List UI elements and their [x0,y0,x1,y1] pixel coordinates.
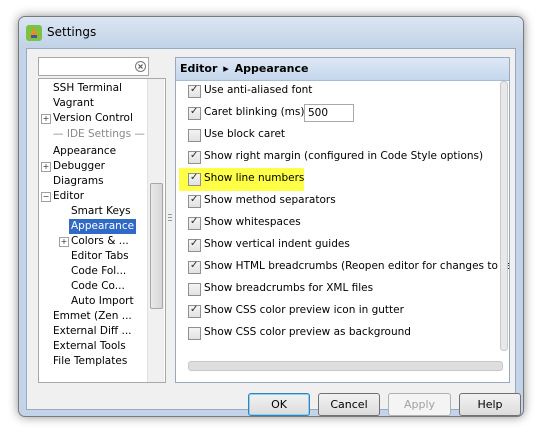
tree-item-file-templates[interactable]: File Templates [53,354,127,369]
dialog-body: SSH Terminal Vagrant + Version Control —… [26,48,521,416]
splitter-grip-icon[interactable] [168,214,172,226]
option-whitespaces[interactable]: Show whitespaces [185,214,509,233]
tree-item-auto-import[interactable]: Auto Import [71,294,134,309]
collapse-editor-icon[interactable]: − [41,192,51,202]
tree-item-appearance[interactable]: Appearance [53,144,116,159]
breadcrumb-separator-icon: ▸ [223,62,229,75]
tree-item-editor-appearance[interactable]: Appearance [69,219,137,234]
settings-tree[interactable]: SSH Terminal Vagrant + Version Control —… [38,78,166,383]
tree-item-external-tools[interactable]: External Tools [53,339,126,354]
checkbox-html-breadcrumbs[interactable] [188,260,201,274]
option-line-numbers[interactable]: Show line numbers [179,168,304,191]
option-label: Caret blinking (ms): [204,106,309,118]
option-label: Show HTML breadcrumbs (Reopen editor for… [204,260,509,272]
option-right-margin[interactable]: Show right margin (configured in Code St… [185,148,509,167]
option-label: Show method separators [204,194,336,206]
tree-group-ide-settings: — IDE Settings — [53,128,145,140]
window-title: Settings [47,25,97,39]
clear-search-icon[interactable] [135,61,146,72]
tree-item-ssh-terminal[interactable]: SSH Terminal [53,81,122,96]
ok-button[interactable]: OK [248,393,310,416]
option-caret-blinking[interactable]: Caret blinking (ms): 500 [185,104,509,123]
checkbox-css-color-gutter[interactable] [188,304,201,318]
tree-item-vagrant[interactable]: Vagrant [53,96,94,111]
checkbox-block-caret[interactable] [188,129,201,142]
options-horizontal-scrollbar[interactable] [188,361,503,371]
panel-header: Editor ▸ Appearance [176,58,509,81]
tree-item-editor-tabs[interactable]: Editor Tabs [71,249,129,264]
tree-item-code-completion[interactable]: Code Co... [71,279,125,294]
option-label: Use anti-aliased font [204,84,313,96]
tree-item-external-diff[interactable]: External Diff ... [53,324,132,339]
expand-version-control-icon[interactable]: + [41,114,51,124]
option-label: Show line numbers [204,172,305,184]
checkbox-right-margin[interactable] [188,150,201,164]
title-bar[interactable]: Settings [19,17,523,47]
caret-blink-ms-input[interactable]: 500 [304,104,354,122]
tree-item-colors[interactable]: Colors & ... [71,234,129,249]
option-method-separators[interactable]: Show method separators [185,192,509,211]
option-indent-guides[interactable]: Show vertical indent guides [185,236,509,255]
option-css-color-gutter[interactable]: Show CSS color preview icon in gutter [185,302,509,321]
tree-item-debugger[interactable]: Debugger [53,159,105,174]
option-html-breadcrumbs[interactable]: Show HTML breadcrumbs (Reopen editor for… [185,258,509,277]
option-label: Use block caret [204,128,286,140]
checkbox-method-separators[interactable] [188,194,201,208]
checkbox-xml-breadcrumbs[interactable] [188,283,201,296]
breadcrumb: Editor ▸ Appearance [176,62,308,75]
tree-item-diagrams[interactable]: Diagrams [53,174,104,189]
checkbox-indent-guides[interactable] [188,238,201,252]
tree-scrollbar[interactable] [147,79,164,382]
option-label: Show right margin (configured in Code St… [204,150,484,162]
apply-button[interactable]: Apply [388,393,451,416]
option-label: Show whitespaces [204,216,301,228]
breadcrumb-current: Appearance [234,62,309,75]
tree-item-editor[interactable]: Editor [53,189,84,204]
expand-colors-icon[interactable]: + [59,237,69,247]
options-vertical-scrollbar[interactable] [500,81,508,351]
option-label: Show vertical indent guides [204,238,350,250]
tree-item-smart-keys[interactable]: Smart Keys [71,204,131,219]
checkbox-anti-aliased-font[interactable] [188,84,201,98]
option-xml-breadcrumbs[interactable]: Show breadcrumbs for XML files [185,280,509,299]
option-label: Show CSS color preview as background [204,326,411,338]
option-label: Show breadcrumbs for XML files [204,282,374,294]
breadcrumb-parent: Editor [180,62,218,75]
expand-debugger-icon[interactable]: + [41,162,51,172]
tree-item-code-folding[interactable]: Code Fol... [71,264,126,279]
option-css-color-background[interactable]: Show CSS color preview as background [185,324,509,343]
option-label: Show CSS color preview icon in gutter [204,304,404,316]
search-input[interactable] [38,57,149,76]
checkbox-line-numbers[interactable] [188,172,201,186]
option-block-caret[interactable]: Use block caret [185,126,509,145]
tree-scroll-thumb[interactable] [150,183,163,309]
tree-item-version-control[interactable]: Version Control [53,111,133,126]
appearance-panel: Editor ▸ Appearance Use anti-aliased fon… [175,57,510,383]
help-button[interactable]: Help [459,393,521,416]
checkbox-caret-blinking[interactable] [188,106,201,120]
settings-dialog: Settings SSH Terminal Vagrant + Version … [18,16,524,417]
checkbox-whitespaces[interactable] [188,216,201,230]
tree-group-label: IDE Settings [66,128,132,140]
tree-item-emmet[interactable]: Emmet (Zen ... [53,309,132,324]
checkbox-css-color-background[interactable] [188,327,201,340]
option-anti-aliased-font[interactable]: Use anti-aliased font [185,82,509,101]
options-list: Use anti-aliased font Caret blinking (ms… [176,81,509,381]
app-logo-icon [26,25,42,41]
cancel-button[interactable]: Cancel [318,393,380,416]
